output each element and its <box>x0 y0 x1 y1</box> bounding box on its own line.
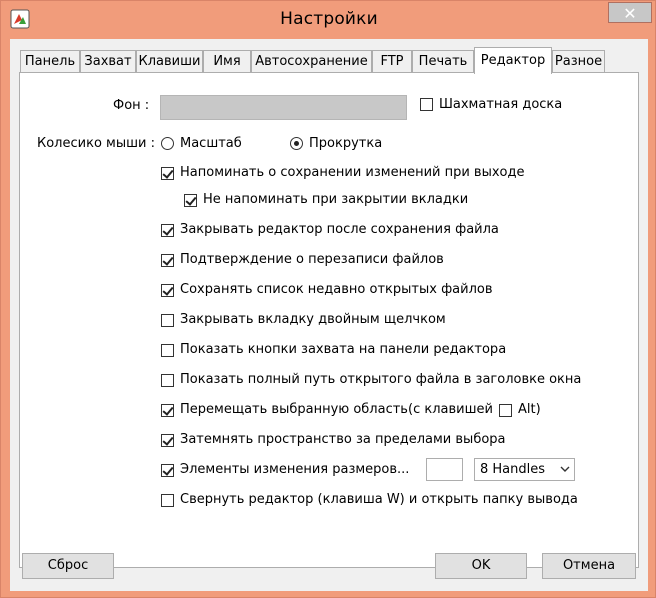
wheel-scroll-label: Прокрутка <box>309 136 383 151</box>
close-button[interactable]: ✕ <box>608 2 652 23</box>
no-remind-tab-label: Не напоминать при закрытии вкладки <box>203 192 469 207</box>
minimize-open-folder-checkbox[interactable] <box>161 494 174 507</box>
resize-handles-checkbox[interactable] <box>161 464 174 477</box>
handles-count-value: 8 Handles <box>480 462 546 477</box>
tab-panel[interactable]: Панель <box>20 50 80 72</box>
close-after-save-label: Закрывать редактор после сохранения файл… <box>180 222 499 237</box>
move-selection-checkbox[interactable] <box>161 404 174 417</box>
window-title: Настройки <box>280 9 378 29</box>
tab-capture[interactable]: Захват <box>80 50 136 72</box>
move-selection-label: Перемещать выбранную область <box>180 402 408 417</box>
tab-print[interactable]: Печать <box>412 50 474 72</box>
show-full-path-checkbox[interactable] <box>161 374 174 387</box>
handles-count-select[interactable]: 8 Handles <box>474 458 575 481</box>
tab-ftp[interactable]: FTP <box>372 50 412 72</box>
chevron-down-icon <box>560 466 570 472</box>
resize-handles-label: Элементы изменения размеров... <box>180 462 410 477</box>
checkerboard-label: Шахматная доска <box>439 97 563 112</box>
wheel-zoom-radio[interactable] <box>161 137 174 150</box>
close-after-save-checkbox[interactable] <box>161 224 174 237</box>
tab-hotkeys[interactable]: Клавиши <box>136 50 203 72</box>
show-capture-buttons-checkbox[interactable] <box>161 344 174 357</box>
settings-window: Настройки ✕ Панель Захват Клавиши Имя Ав… <box>0 0 656 598</box>
show-full-path-label: Показать полный путь открытого файла в з… <box>180 372 582 387</box>
keep-recent-checkbox[interactable] <box>161 284 174 297</box>
remind-save-label: Напоминать о сохранении изменений при вы… <box>180 165 525 180</box>
checkerboard-checkbox[interactable] <box>420 98 433 111</box>
wheel-scroll-radio[interactable] <box>290 137 303 150</box>
handles-size-input[interactable] <box>426 458 463 481</box>
reset-button[interactable]: Сброс <box>22 553 114 579</box>
tab-editor[interactable]: Редактор <box>474 47 552 74</box>
tab-name[interactable]: Имя <box>203 50 251 72</box>
keep-recent-label: Сохранять список недавно открытых файлов <box>180 282 493 297</box>
dialog-client: Панель Захват Клавиши Имя Автосохранение… <box>10 39 648 591</box>
background-label: Фон : <box>113 98 150 113</box>
confirm-overwrite-checkbox[interactable] <box>161 254 174 267</box>
wheel-zoom-label: Масштаб <box>180 136 242 151</box>
mouse-wheel-label: Колесико мыши : <box>37 136 155 151</box>
minimize-open-folder-label: Свернуть редактор (клавиша W) и открыть … <box>180 492 578 507</box>
remind-save-checkbox[interactable] <box>161 167 174 180</box>
dim-outside-checkbox[interactable] <box>161 434 174 447</box>
background-color-field[interactable] <box>160 95 407 120</box>
close-icon: ✕ <box>623 4 637 23</box>
tab-misc[interactable]: Разное <box>552 50 605 72</box>
alt-key-checkbox[interactable] <box>499 404 512 417</box>
alt-key-label: Alt) <box>518 402 541 417</box>
with-key-label: (с клавишей <box>408 402 493 417</box>
ok-button[interactable]: OK <box>435 553 527 579</box>
double-click-close-label: Закрывать вкладку двойным щелчком <box>180 312 446 327</box>
confirm-overwrite-label: Подтверждение о перезаписи файлов <box>180 252 444 267</box>
tab-autosave[interactable]: Автосохранение <box>251 50 372 72</box>
title-bar[interactable]: Настройки ✕ <box>1 1 656 39</box>
no-remind-tab-checkbox[interactable] <box>184 194 197 207</box>
dim-outside-label: Затемнять пространство за пределами выбо… <box>180 432 506 447</box>
show-capture-buttons-label: Показать кнопки захвата на панели редакт… <box>180 342 507 357</box>
double-click-close-checkbox[interactable] <box>161 314 174 327</box>
cancel-button[interactable]: Отмена <box>542 553 636 579</box>
